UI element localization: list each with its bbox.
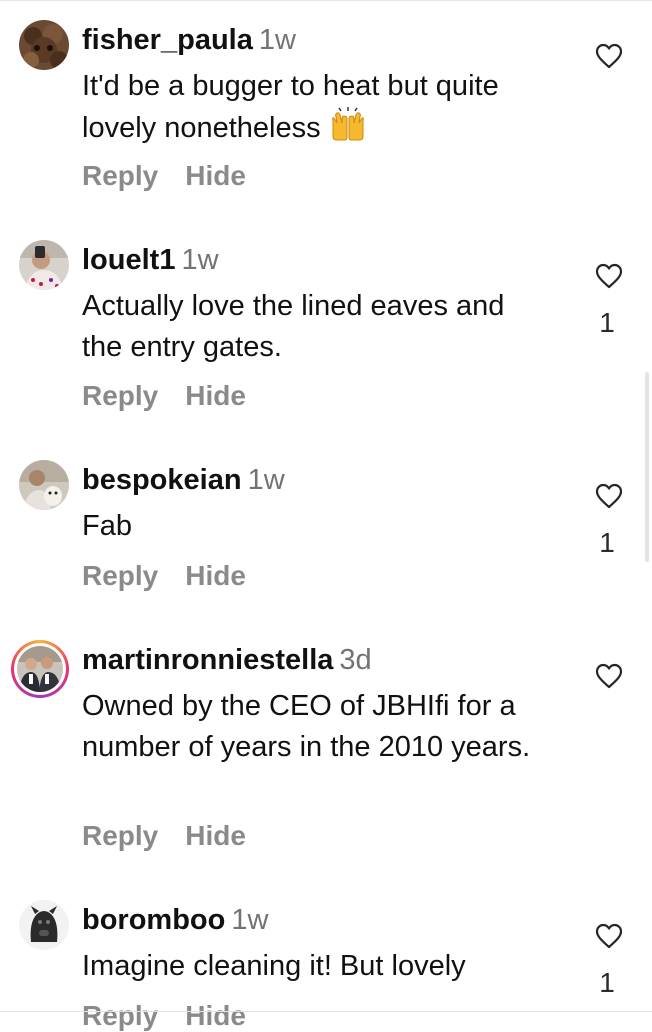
like-count: 1 xyxy=(599,307,615,338)
hide-button[interactable]: Hide xyxy=(185,380,246,411)
avatar[interactable] xyxy=(19,20,69,70)
comment-actions: Reply Hide xyxy=(82,160,273,192)
comment-header: louelt1 1w xyxy=(82,242,219,278)
hide-button[interactable]: Hide xyxy=(185,820,246,851)
heart-icon[interactable] xyxy=(595,43,623,69)
reply-button[interactable]: Reply xyxy=(82,1000,158,1031)
scrollbar[interactable] xyxy=(645,372,649,562)
comment-actions: Reply Hide xyxy=(82,1000,273,1032)
raising-hands-emoji-icon xyxy=(329,107,367,153)
reply-button[interactable]: Reply xyxy=(82,380,158,411)
reply-button[interactable]: Reply xyxy=(82,560,158,591)
username[interactable]: martinronniestella xyxy=(82,644,333,676)
comment-item: martinronniestella 3d Owned by the CEO of… xyxy=(0,620,652,880)
timestamp: 1w xyxy=(258,24,296,56)
avatar-story-ring[interactable] xyxy=(11,640,69,698)
comment-text: Fab xyxy=(82,510,132,542)
comment-text: Imagine cleaning it! But lovely xyxy=(82,950,466,982)
comment-item: boromboo 1w Imagine cleaning it! But love… xyxy=(0,880,652,1031)
timestamp: 1w xyxy=(181,244,219,276)
like-count: 1 xyxy=(599,527,615,558)
username[interactable]: bespokeian xyxy=(82,464,242,496)
reply-button[interactable]: Reply xyxy=(82,820,158,851)
comment-item: bespokeian 1w Fab Reply Hide 1 xyxy=(0,440,652,620)
comment-actions: Reply Hide xyxy=(82,820,273,852)
comment-item: louelt1 1w Actually love the lined eaves … xyxy=(0,220,652,430)
timestamp: 3d xyxy=(339,644,372,676)
heart-icon[interactable] xyxy=(595,263,623,289)
comment-actions: Reply Hide xyxy=(82,560,273,592)
like-count: 1 xyxy=(599,967,615,998)
username[interactable]: fisher_paula xyxy=(82,24,253,56)
comment-item: fisher_paula 1w It'd be a bugger to heat … xyxy=(0,0,652,210)
heart-icon[interactable] xyxy=(595,483,623,509)
timestamp: 1w xyxy=(247,464,285,496)
heart-icon[interactable] xyxy=(595,663,623,689)
comment-text: It'd be a bugger to heat but quite lovel… xyxy=(82,66,502,153)
heart-icon[interactable] xyxy=(595,923,623,949)
comment-text: Actually love the lined eaves and the en… xyxy=(82,290,505,363)
hide-button[interactable]: Hide xyxy=(185,1000,246,1031)
reply-button[interactable]: Reply xyxy=(82,160,158,191)
comment-header: boromboo 1w xyxy=(82,902,268,938)
comment-header: bespokeian 1w xyxy=(82,462,285,498)
comment-header: martinronniestella 3d xyxy=(82,642,372,678)
username[interactable]: boromboo xyxy=(82,904,225,936)
avatar[interactable] xyxy=(19,240,69,290)
avatar[interactable] xyxy=(19,460,69,510)
bottom-divider xyxy=(0,1011,652,1012)
comment-body: It'd be a bugger to heat but quite lovel… xyxy=(82,70,499,144)
timestamp: 1w xyxy=(231,904,269,936)
comment-header: fisher_paula 1w xyxy=(82,22,296,58)
hide-button[interactable]: Hide xyxy=(185,560,246,591)
avatar[interactable] xyxy=(19,900,69,950)
hide-button[interactable]: Hide xyxy=(185,160,246,191)
comment-actions: Reply Hide xyxy=(82,380,273,412)
comment-text: Owned by the CEO of JBHIfi for a number … xyxy=(82,690,531,763)
username[interactable]: louelt1 xyxy=(82,244,175,276)
